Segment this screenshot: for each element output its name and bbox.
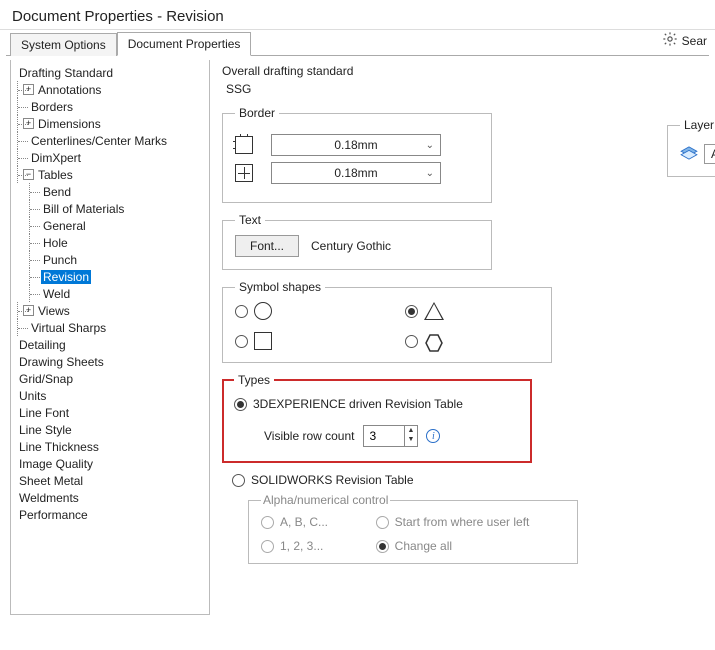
font-button[interactable]: Font... — [235, 235, 299, 257]
radio-icon — [376, 540, 389, 553]
layer-select-button[interactable]: ANN — [704, 144, 715, 164]
tree-general[interactable]: General — [15, 217, 207, 234]
tree-bend[interactable]: Bend — [15, 183, 207, 200]
text-legend: Text — [235, 213, 265, 227]
tree-line-thickness[interactable]: Line Thickness — [15, 438, 207, 455]
symbol-triangle-option[interactable] — [405, 302, 535, 320]
start-from-option: Start from where user left — [376, 515, 565, 529]
radio-icon — [235, 305, 248, 318]
tree-tables[interactable]: −Tables — [15, 166, 207, 183]
alpha-legend: Alpha/numerical control — [261, 493, 390, 507]
alpha-control-group: Alpha/numerical control A, B, C... Start… — [248, 493, 578, 564]
square-icon — [254, 332, 272, 350]
radio-icon — [376, 516, 389, 529]
tree-hole[interactable]: Hole — [15, 234, 207, 251]
tree-dimensions[interactable]: +Dimensions — [15, 115, 207, 132]
alpha-abc-option: A, B, C... — [261, 515, 356, 529]
tree-performance[interactable]: Performance — [15, 506, 207, 523]
spin-down-icon[interactable]: ▼ — [405, 435, 418, 444]
tree-drawing-sheets[interactable]: Drawing Sheets — [15, 353, 207, 370]
layer-icon — [680, 146, 698, 163]
tree-dimxpert[interactable]: DimXpert — [15, 149, 207, 166]
type-3dx-option[interactable]: 3DEXPERIENCE driven Revision Table — [234, 397, 520, 411]
layer-group: Layer ANN — [667, 118, 715, 177]
radio-icon — [261, 540, 274, 553]
visible-row-input[interactable] — [364, 426, 404, 446]
window-title: Document Properties - Revision — [0, 0, 715, 29]
tab-document-properties[interactable]: Document Properties — [117, 32, 252, 56]
tree-line-font[interactable]: Line Font — [15, 404, 207, 421]
tree-weld[interactable]: Weld — [15, 285, 207, 302]
symbol-circle-option[interactable] — [235, 302, 365, 320]
overall-standard-label: Overall drafting standard — [222, 64, 699, 78]
border-group: Border 0.18mm ⌄ 0.18mm ⌄ — [222, 106, 492, 203]
types-group: Types 3DEXPERIENCE driven Revision Table… — [222, 379, 532, 463]
tree-virtual-sharps[interactable]: Virtual Sharps — [15, 319, 207, 336]
layer-legend: Layer — [680, 118, 715, 132]
inner-border-select[interactable]: 0.18mm ⌄ — [271, 162, 441, 184]
symbol-square-option[interactable] — [235, 332, 365, 350]
font-name: Century Gothic — [311, 239, 391, 253]
tab-system-options[interactable]: System Options — [10, 33, 117, 56]
radio-icon — [405, 335, 418, 348]
hexagon-icon — [424, 333, 442, 349]
type-solidworks-option[interactable]: SOLIDWORKS Revision Table — [232, 473, 699, 487]
tree-centerlines[interactable]: Centerlines/Center Marks — [15, 132, 207, 149]
category-tree: Drafting Standard +Annotations Borders +… — [10, 60, 210, 615]
tree-borders[interactable]: Borders — [15, 98, 207, 115]
outer-border-select[interactable]: 0.18mm ⌄ — [271, 134, 441, 156]
tree-detailing[interactable]: Detailing — [15, 336, 207, 353]
radio-icon — [232, 474, 245, 487]
inner-border-icon — [235, 164, 253, 182]
radio-icon — [235, 335, 248, 348]
symbol-shapes-group: Symbol shapes — [222, 280, 552, 363]
text-group: Text Font... Century Gothic — [222, 213, 492, 270]
chevron-down-icon: ⌄ — [426, 140, 434, 151]
tree-weldments[interactable]: Weldments — [15, 489, 207, 506]
tree-line-style[interactable]: Line Style — [15, 421, 207, 438]
tree-punch[interactable]: Punch — [15, 251, 207, 268]
outer-border-icon — [235, 136, 253, 154]
radio-icon — [234, 398, 247, 411]
info-icon[interactable]: i — [426, 429, 440, 443]
tree-revision[interactable]: Revision — [15, 268, 207, 285]
tree-grid-snap[interactable]: Grid/Snap — [15, 370, 207, 387]
border-legend: Border — [235, 106, 279, 120]
tree-drafting-standard[interactable]: Drafting Standard — [15, 64, 207, 81]
tree-sheet-metal[interactable]: Sheet Metal — [15, 472, 207, 489]
tree-annotations[interactable]: +Annotations — [15, 81, 207, 98]
spin-up-icon[interactable]: ▲ — [405, 426, 418, 435]
triangle-icon — [424, 302, 444, 320]
tree-bom[interactable]: Bill of Materials — [15, 200, 207, 217]
circle-icon — [254, 302, 272, 320]
radio-icon — [405, 305, 418, 318]
symbol-hexagon-option[interactable] — [405, 332, 535, 350]
overall-standard-value: SSG — [226, 82, 699, 96]
types-legend: Types — [234, 373, 274, 387]
visible-row-spinner[interactable]: ▲ ▼ — [363, 425, 419, 447]
symbol-shapes-legend: Symbol shapes — [235, 280, 325, 294]
visible-row-label: Visible row count — [264, 429, 355, 443]
tree-units[interactable]: Units — [15, 387, 207, 404]
change-all-option: Change all — [376, 539, 565, 553]
alpha-123-option: 1, 2, 3... — [261, 539, 356, 553]
tree-views[interactable]: +Views — [15, 302, 207, 319]
chevron-down-icon: ⌄ — [426, 168, 434, 179]
tree-image-quality[interactable]: Image Quality — [15, 455, 207, 472]
radio-icon — [261, 516, 274, 529]
